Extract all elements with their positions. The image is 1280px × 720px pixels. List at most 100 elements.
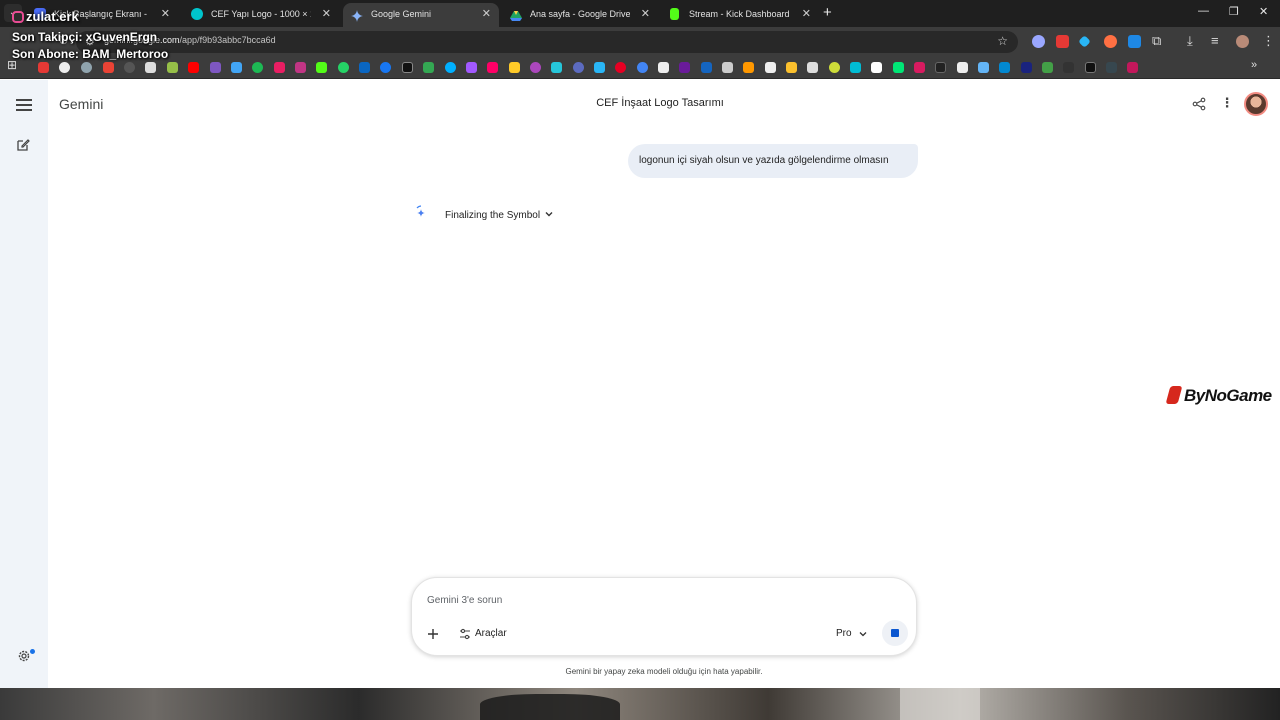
more-bookmarks-icon[interactable]: » [1251,59,1257,71]
extension-icon[interactable] [1032,35,1045,48]
download-icon[interactable]: ⤓ [1187,33,1193,49]
share-icon[interactable] [1192,97,1206,111]
url-path: /app/f9b93abbc7bcca6d [179,35,276,45]
extension-icon[interactable] [1104,35,1117,48]
bookmark-icon[interactable] [145,62,156,73]
bookmark-icon[interactable] [551,62,562,73]
bookmark-icon[interactable] [59,62,70,73]
extension-icon[interactable] [1056,35,1069,48]
bookmark-icon[interactable] [81,62,92,73]
notion-icon[interactable] [957,62,968,73]
chat-title[interactable]: CEF İnşaat Logo Tasarımı [460,97,860,109]
close-icon[interactable]: ✕ [161,3,170,25]
tools-button[interactable]: Araçlar [459,624,507,644]
tab-kick-dashboard[interactable]: Stream - Kick Dashboard ✕ [661,3,819,27]
bookmark-icon[interactable] [765,62,776,73]
bookmark-icon[interactable] [509,62,520,73]
bookmark-icon[interactable] [1021,62,1032,73]
close-icon[interactable]: ✕ [482,3,491,25]
whatsapp-icon[interactable] [338,62,349,73]
tab-cef-logo[interactable]: CEF Yapı Logo - 1000 × 1000px ✕ [183,3,339,27]
prompt-box: Araçlar Pro [411,577,917,656]
bookmark-icon[interactable] [1063,62,1074,73]
bookmark-icon[interactable] [594,62,605,73]
bookmark-icon[interactable] [530,62,541,73]
close-icon[interactable]: ✕ [802,3,811,25]
bookmark-icon[interactable] [1106,62,1117,73]
bookmark-icon[interactable] [807,62,818,73]
bookmark-icon[interactable] [1042,62,1053,73]
bookmark-icon[interactable] [935,62,946,73]
bookmark-icon[interactable] [914,62,925,73]
spotify-icon[interactable] [252,62,263,73]
x-icon[interactable] [402,62,413,73]
bookmark-icon[interactable] [1127,62,1138,73]
user-message-bubble: logonun içi siyah olsun ve yazıda gölgel… [628,144,918,178]
chevron-down-icon[interactable] [544,209,554,219]
bookmark-icon[interactable] [38,62,49,73]
pinterest-icon[interactable] [615,62,626,73]
bookmark-icon[interactable] [893,62,904,73]
close-icon[interactable]: ✕ [322,3,331,25]
gmail-icon[interactable] [103,62,114,73]
new-tab-button[interactable]: + [823,4,832,22]
omnibox[interactable]: gemini.google.com/app/f9b93abbc7bcca6d ☆ [76,31,1018,53]
restore-icon[interactable]: ❐ [1229,5,1239,18]
bookmark-icon[interactable] [445,62,456,73]
bookmark-icon[interactable] [124,62,135,73]
minimize-icon[interactable]: — [1198,5,1209,17]
bookmark-icon[interactable] [679,62,690,73]
close-icon[interactable]: ✕ [641,3,650,25]
bookmark-icon[interactable] [871,62,882,73]
bookmark-icon[interactable] [573,62,584,73]
add-attachment-icon[interactable] [427,628,439,640]
background-shape [480,694,620,720]
prompt-input[interactable] [427,592,887,608]
tab-google-drive[interactable]: Ana sayfa - Google Drive ✕ [502,3,658,27]
model-selector[interactable]: Pro [836,624,868,644]
browser-menu-icon[interactable]: ⋮ [1262,33,1275,49]
new-chat-icon[interactable] [16,138,30,152]
instagram-icon[interactable] [295,62,306,73]
thinking-status[interactable]: Finalizing the Symbol [445,210,540,221]
settings-gear-icon[interactable] [17,649,31,663]
canva-icon [191,8,203,20]
extension-icon[interactable] [1128,35,1141,48]
bookmark-icon[interactable] [231,62,242,73]
bookmark-icon[interactable] [786,62,797,73]
extensions-puzzle-icon[interactable]: ⧉ [1152,33,1161,49]
bynogame-watermark-logo: ByNoGame [1165,386,1272,408]
kick-icon[interactable] [316,62,327,73]
model-label: Pro [836,628,852,639]
youtube-icon[interactable] [188,62,199,73]
close-window-icon[interactable]: ✕ [1259,5,1268,18]
linkedin-icon[interactable] [359,62,370,73]
main-menu-button[interactable] [16,96,32,112]
facebook-icon[interactable] [380,62,391,73]
bookmark-icon[interactable] [978,62,989,73]
bookmark-icon[interactable] [658,62,669,73]
tab-google-gemini[interactable]: Google Gemini ✕ [343,3,499,27]
drive-icon[interactable] [423,62,434,73]
bookmark-icon[interactable] [722,62,733,73]
bookmark-icon[interactable] [1085,62,1096,73]
media-control-icon[interactable]: ≡ [1211,33,1219,48]
shopify-icon[interactable] [167,62,178,73]
bookmark-icon[interactable] [829,62,840,73]
instagram-icon [12,11,24,23]
more-options-icon[interactable]: ⋮ [1220,96,1234,110]
bookmark-icon[interactable] [487,62,498,73]
bookmark-icon[interactable] [850,62,861,73]
gemini-icon [351,8,363,22]
figma-icon[interactable] [466,62,477,73]
bookmark-icon[interactable] [701,62,712,73]
bookmark-icon[interactable] [743,62,754,73]
stop-generation-button[interactable] [882,620,908,646]
bookmark-icon[interactable] [637,62,648,73]
bookmark-icon[interactable] [274,62,285,73]
bookmark-icon[interactable] [210,62,221,73]
bookmark-icon[interactable] [999,62,1010,73]
bookmark-star-icon[interactable]: ☆ [997,34,1008,48]
avatar[interactable] [1244,92,1268,116]
profile-icon[interactable] [1236,35,1249,48]
